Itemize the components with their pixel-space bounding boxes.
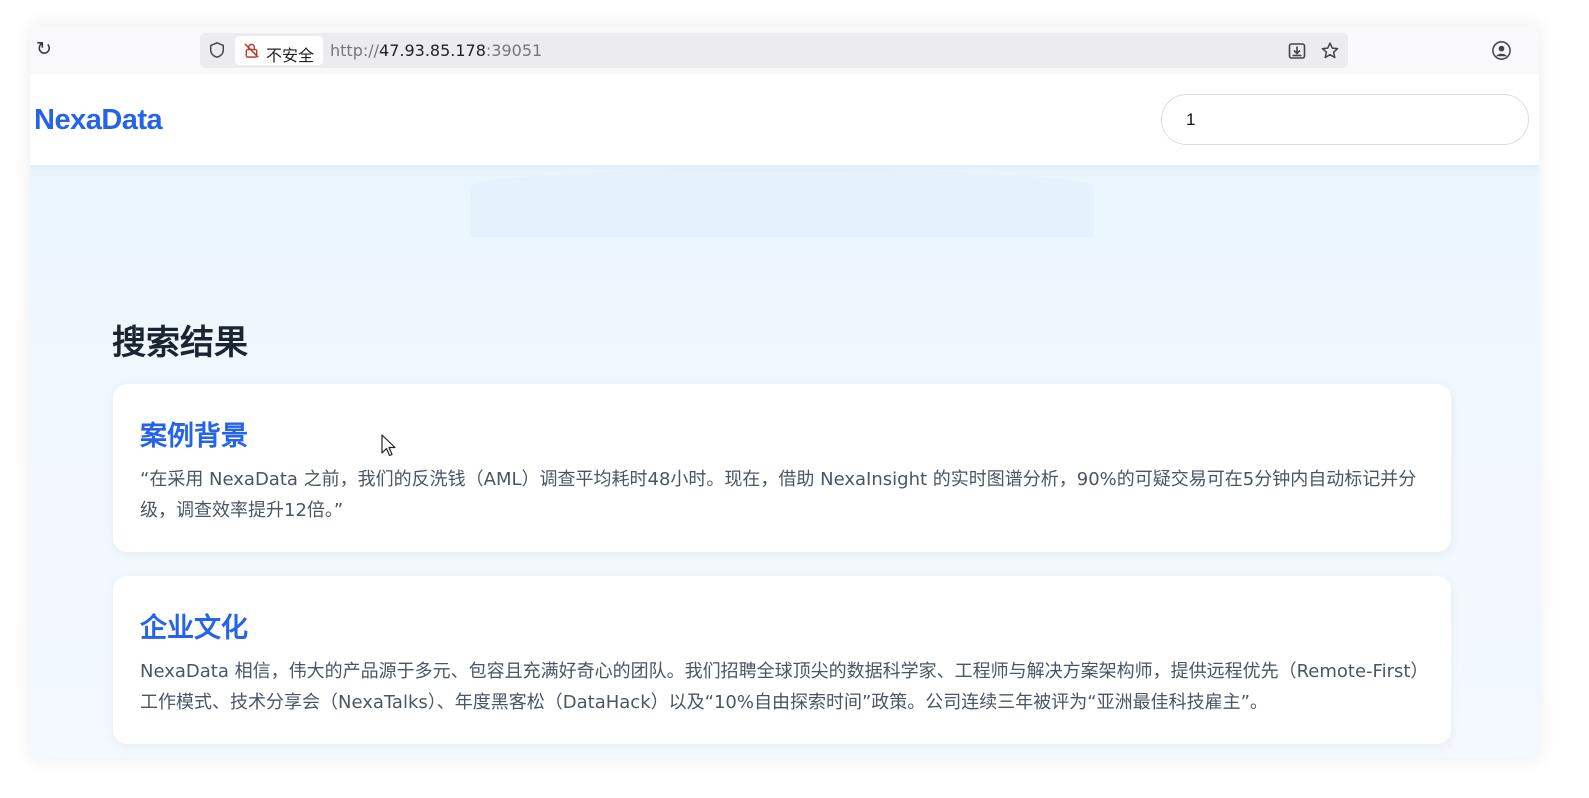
result-snippet: NexaData 相信，伟大的产品源于多元、包容且充满好奇心的团队。我们招聘全球… bbox=[140, 661, 1420, 713]
site-security-indicator[interactable]: 不安全 bbox=[235, 36, 323, 65]
overflow-menu-icon[interactable]: ⋮ bbox=[1532, 40, 1539, 60]
mouse-cursor-icon bbox=[381, 434, 396, 457]
url-host: 47.93.85.178 bbox=[379, 41, 486, 60]
site-header: NexaData bbox=[30, 74, 1539, 165]
browser-window: ↻ 不安全 http://47.93.85.178:39051 NexaData… bbox=[30, 26, 1539, 758]
search-input[interactable] bbox=[1161, 94, 1529, 145]
result-card[interactable]: 企业文化 NexaData 相信，伟大的产品源于多元、包容且充满好奇心的团队。我… bbox=[113, 576, 1451, 744]
hero-decoration bbox=[470, 169, 1094, 237]
bookmark-star-icon[interactable] bbox=[1320, 41, 1340, 61]
address-bar[interactable]: 不安全 http://47.93.85.178:39051 bbox=[200, 33, 1348, 68]
reload-icon[interactable]: ↻ bbox=[34, 40, 54, 60]
url-port: :39051 bbox=[485, 41, 543, 60]
url-text[interactable]: http://47.93.85.178:39051 bbox=[330, 41, 542, 60]
search-results-heading: 搜索结果 bbox=[112, 323, 248, 363]
save-page-icon[interactable] bbox=[1287, 41, 1307, 61]
browser-toolbar: ↻ 不安全 http://47.93.85.178:39051 bbox=[30, 26, 1539, 74]
security-label: 不安全 bbox=[266, 46, 315, 65]
result-snippet: “在采用 NexaData 之前，我们的反洗钱（AML）调查平均耗时48小时。现… bbox=[140, 469, 1417, 521]
result-card[interactable]: 案例背景 “在采用 NexaData 之前，我们的反洗钱（AML）调查平均耗时4… bbox=[113, 384, 1451, 552]
url-prefix: http:// bbox=[330, 41, 380, 60]
insecure-lock-icon bbox=[244, 43, 259, 58]
main-content: 搜索结果 案例背景 “在采用 NexaData 之前，我们的反洗钱（AML）调查… bbox=[30, 165, 1539, 758]
result-title[interactable]: 企业文化 bbox=[140, 606, 248, 645]
result-title[interactable]: 案例背景 bbox=[140, 414, 248, 453]
profile-icon[interactable] bbox=[1491, 40, 1512, 61]
shield-icon[interactable] bbox=[208, 41, 226, 59]
site-logo[interactable]: NexaData bbox=[34, 104, 163, 137]
